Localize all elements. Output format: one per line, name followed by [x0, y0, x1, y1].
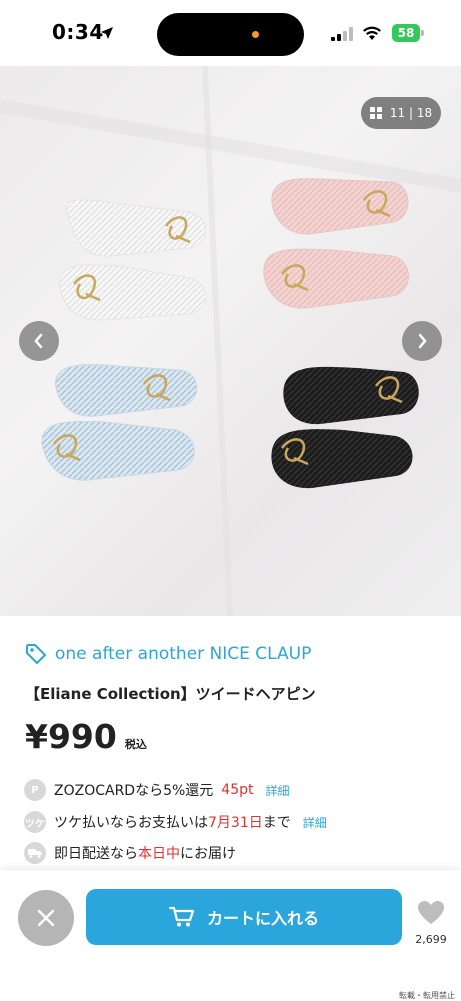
tsuke-icon: ツケ — [24, 811, 46, 833]
favorite-count: 2,699 — [415, 933, 447, 946]
tsuke-text: ツケ払いならお支払いは7月31日まで — [54, 812, 291, 832]
tsuke-detail-link[interactable]: 詳細 — [303, 814, 327, 831]
cellular-signal-icon — [331, 27, 353, 41]
cart-icon — [168, 906, 195, 927]
next-image-button[interactable] — [402, 321, 442, 361]
favorite-button[interactable]: 2,699 — [411, 900, 451, 946]
delivery-text: 即日配送なら本日中にお届け — [54, 843, 236, 863]
tsuke-text-after: まで — [262, 815, 291, 831]
chevron-right-icon — [418, 333, 427, 349]
points-icon: P — [24, 779, 46, 801]
delivery-highlight: 本日中 — [138, 846, 180, 862]
dynamic-island — [157, 13, 304, 56]
product-price: ¥990 — [25, 717, 117, 756]
truck-icon — [24, 842, 46, 864]
previous-image-button[interactable] — [19, 321, 59, 361]
recording-dot — [252, 31, 259, 38]
chevron-left-icon — [34, 333, 43, 349]
grid-icon — [369, 107, 382, 119]
tax-label: 税込 — [124, 738, 147, 751]
battery-indicator: 58 — [392, 24, 424, 42]
close-button[interactable] — [18, 890, 74, 946]
status-bar: 0:34 58 — [0, 0, 461, 66]
bottom-action-bar: カートに入れる 2,699 転載・転用禁止 — [0, 870, 461, 1000]
delivery-text-before: 即日配送なら — [54, 846, 138, 862]
close-icon — [37, 909, 55, 927]
hair-clips-photo — [0, 66, 461, 616]
add-to-cart-label: カートに入れる — [206, 909, 319, 928]
delivery-row: 即日配送なら本日中にお届け — [24, 842, 236, 864]
copyright-note: 転載・転用禁止 — [399, 991, 455, 1000]
points-amount: 45pt — [221, 782, 254, 798]
delivery-text-after: にお届け — [180, 846, 236, 862]
product-title: 【Eliane Collection】ツイードヘアピン — [25, 685, 316, 703]
points-detail-link[interactable]: 詳細 — [266, 782, 290, 799]
wifi-icon — [363, 26, 381, 40]
image-counter[interactable]: 11 | 18 — [361, 97, 441, 129]
heart-icon — [418, 901, 444, 924]
battery-level: 58 — [392, 24, 420, 42]
tsuke-text-before: ツケ払いならお支払いは — [54, 815, 208, 831]
brand-link[interactable]: one after another NICE CLAUP — [25, 643, 311, 665]
tag-icon — [26, 644, 46, 664]
brand-name: one after another NICE CLAUP — [55, 644, 312, 664]
points-text: ZOZOCARDなら5%還元 — [54, 783, 214, 799]
location-arrow-icon — [101, 27, 113, 39]
price-row: ¥990 税込 — [25, 717, 147, 756]
tsuke-date: 7月31日 — [208, 815, 263, 831]
battery-cap — [421, 30, 424, 36]
add-to-cart-button[interactable]: カートに入れる — [86, 889, 402, 945]
points-row: P ZOZOCARDなら5%還元 45pt 詳細 — [24, 779, 290, 801]
tsuke-row: ツケ ツケ払いならお支払いは7月31日まで 詳細 — [24, 811, 327, 833]
status-time: 0:34 — [52, 20, 104, 44]
image-counter-text: 11 | 18 — [389, 106, 433, 120]
product-image[interactable]: 11 | 18 — [0, 66, 461, 616]
